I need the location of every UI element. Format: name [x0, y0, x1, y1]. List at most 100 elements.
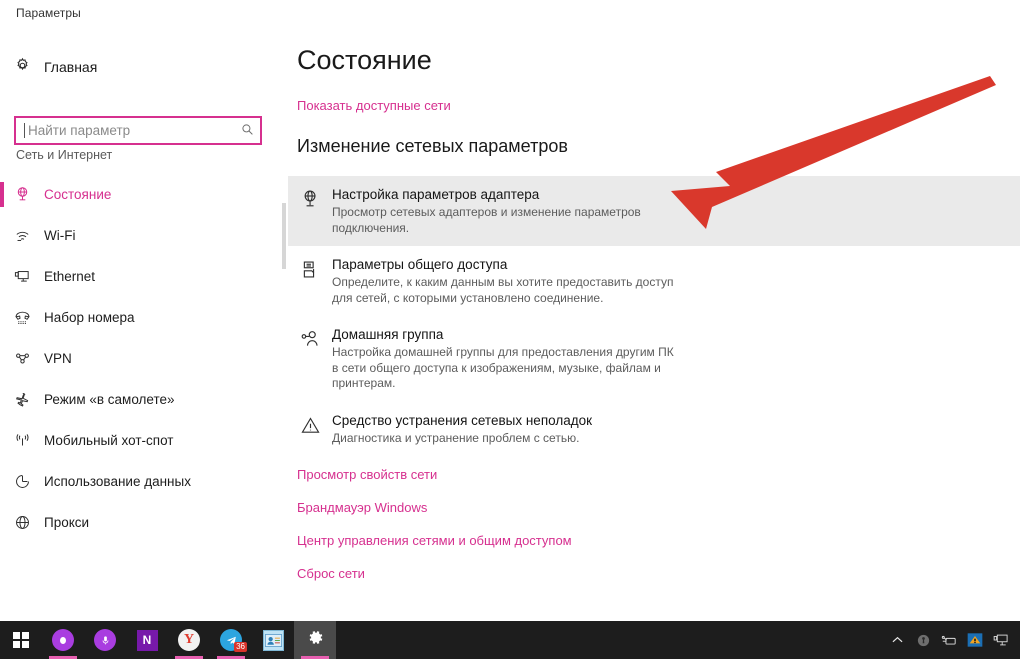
network-sharing-center-link[interactable]: Центр управления сетями и общим доступом: [297, 524, 1020, 557]
network-settings-list: Настройка параметров адаптера Просмотр с…: [288, 176, 1020, 456]
windows-logo-icon: [13, 632, 29, 648]
tray-plug-icon[interactable]: [936, 621, 962, 659]
selection-indicator: [0, 510, 4, 535]
microphone-icon: [94, 629, 116, 651]
section-heading: Изменение сетевых параметров: [297, 136, 568, 156]
sidebar-item-home[interactable]: Главная: [0, 50, 288, 84]
sidebar-item-wifi[interactable]: Wi-Fi: [0, 215, 288, 256]
sidebar-item-airplane-mode[interactable]: Режим «в самолете»: [0, 379, 288, 420]
related-links-list: Просмотр свойств сети Брандмауэр Windows…: [288, 458, 1020, 590]
setting-title: Средство устранения сетевых неполадок: [332, 412, 593, 428]
show-available-networks-link[interactable]: Показать доступные сети: [297, 98, 451, 113]
setting-title: Параметры общего доступа: [332, 257, 508, 272]
gear-icon: [306, 628, 325, 652]
cortana-button[interactable]: [42, 621, 84, 659]
contacts-icon: [262, 629, 284, 651]
system-tray: [884, 621, 1014, 659]
sidebar-item-label: Использование данных: [44, 474, 191, 489]
setting-description: Настройка домашней группы для предоставл…: [332, 345, 674, 390]
contacts-button[interactable]: [252, 621, 294, 659]
airplane-icon: [0, 391, 44, 408]
setting-text: Средство устранения сетевых неполадок Ди…: [332, 412, 1020, 447]
sidebar-item-label: VPN: [44, 351, 72, 366]
selection-indicator: [0, 223, 4, 248]
adapter-globe-icon: [288, 186, 332, 236]
sidebar-item-home-label: Главная: [44, 59, 98, 75]
setting-row-sharing-options[interactable]: Параметры общего доступа Определите, к к…: [288, 246, 1020, 316]
windows-firewall-link[interactable]: Брандмауэр Windows: [297, 491, 1020, 524]
sharing-icon: [288, 256, 332, 306]
sidebar-item-vpn[interactable]: VPN: [0, 338, 288, 379]
setting-description: Определите, к каким данным вы хотите пре…: [332, 275, 674, 305]
window-title: Параметры: [16, 6, 81, 20]
sidebar-section-title: Сеть и Интернет: [16, 148, 113, 162]
sidebar-item-mobile-hotspot[interactable]: Мобильный хот-спот: [0, 420, 288, 461]
proxy-globe-icon: [0, 514, 44, 531]
network-reset-link[interactable]: Сброс сети: [297, 557, 1020, 590]
setting-row-homegroup[interactable]: Домашняя группа Настройка домашней групп…: [288, 316, 1020, 402]
warning-triangle-icon: [288, 412, 332, 447]
setting-text: Параметры общего доступа Определите, к к…: [332, 256, 1020, 306]
setting-row-adapter-options[interactable]: Настройка параметров адаптера Просмотр с…: [288, 176, 1020, 246]
tray-network-icon[interactable]: [988, 621, 1014, 659]
voice-search-button[interactable]: [84, 621, 126, 659]
sidebar-item-label: Wi-Fi: [44, 228, 76, 243]
sidebar-item-dialup[interactable]: Набор номера: [0, 297, 288, 338]
setting-title: Настройка параметров адаптера: [332, 187, 540, 202]
selection-indicator: [0, 264, 4, 289]
main-content: Состояние Показать доступные сети Измене…: [288, 28, 1020, 621]
page-title: Состояние: [297, 45, 432, 75]
selection-indicator: [0, 346, 4, 371]
sidebar-item-status[interactable]: Состояние: [0, 174, 288, 215]
text-caret: [24, 123, 25, 138]
search-input[interactable]: Найти параметр: [14, 116, 262, 145]
setting-description: Диагностика и устранение проблем с сетью…: [332, 430, 580, 445]
setting-title: Домашняя группа: [332, 327, 444, 342]
settings-button[interactable]: [294, 621, 336, 659]
vpn-icon: [0, 350, 44, 367]
taskbar: N Y 36: [0, 621, 1020, 659]
selection-indicator: [0, 387, 4, 412]
sidebar-item-label: Режим «в самолете»: [44, 392, 175, 407]
sidebar-item-label: Прокси: [44, 515, 90, 530]
sidebar-item-label: Набор номера: [44, 310, 135, 325]
sidebar-item-proxy[interactable]: Прокси: [0, 502, 288, 543]
gear-icon: [0, 57, 44, 78]
setting-text: Настройка параметров адаптера Просмотр с…: [332, 186, 1020, 236]
telegram-unread-badge: 36: [234, 642, 247, 652]
sidebar-item-label: Состояние: [44, 187, 112, 202]
tray-app-icon[interactable]: [962, 621, 988, 659]
show-hidden-icons[interactable]: [884, 621, 910, 659]
sidebar-item-label: Мобильный хот-спот: [44, 433, 174, 448]
yandex-browser-button[interactable]: Y: [168, 621, 210, 659]
sidebar-item-data-usage[interactable]: Использование данных: [0, 461, 288, 502]
search-placeholder: Найти параметр: [28, 123, 131, 138]
search-icon[interactable]: [234, 123, 260, 139]
selection-indicator: [0, 428, 4, 453]
setting-description: Просмотр сетевых адаптеров и изменение п…: [332, 205, 641, 235]
yandex-icon: Y: [178, 629, 200, 651]
dialup-phone-icon: [0, 309, 44, 326]
tray-shield-icon[interactable]: [910, 621, 936, 659]
window-titlebar: Параметры: [0, 0, 1020, 28]
sidebar: Главная Найти параметр Сеть и Интернет С…: [0, 28, 288, 621]
ethernet-icon: [0, 268, 44, 285]
setting-text: Домашняя группа Настройка домашней групп…: [332, 326, 1020, 392]
selection-indicator: [0, 469, 4, 494]
settings-window: Параметры Главная Найти параметр Сеть и …: [0, 0, 1020, 659]
selection-indicator: [0, 305, 4, 330]
wifi-icon: [0, 227, 44, 244]
sidebar-scrollbar[interactable]: [282, 203, 286, 269]
cortana-circle-icon: [52, 629, 74, 651]
sidebar-nav-list: Состояние Wi-Fi Ethernet Набор номера VP…: [0, 174, 288, 543]
sidebar-item-ethernet[interactable]: Ethernet: [0, 256, 288, 297]
data-usage-icon: [0, 473, 44, 490]
telegram-button[interactable]: 36: [210, 621, 252, 659]
start-button[interactable]: [0, 621, 42, 659]
onenote-button[interactable]: N: [126, 621, 168, 659]
hotspot-icon: [0, 432, 44, 449]
onenote-icon: N: [136, 629, 158, 651]
view-network-properties-link[interactable]: Просмотр свойств сети: [297, 458, 1020, 491]
setting-row-network-troubleshooter[interactable]: Средство устранения сетевых неполадок Ди…: [288, 402, 1020, 457]
selection-indicator: [0, 182, 4, 207]
